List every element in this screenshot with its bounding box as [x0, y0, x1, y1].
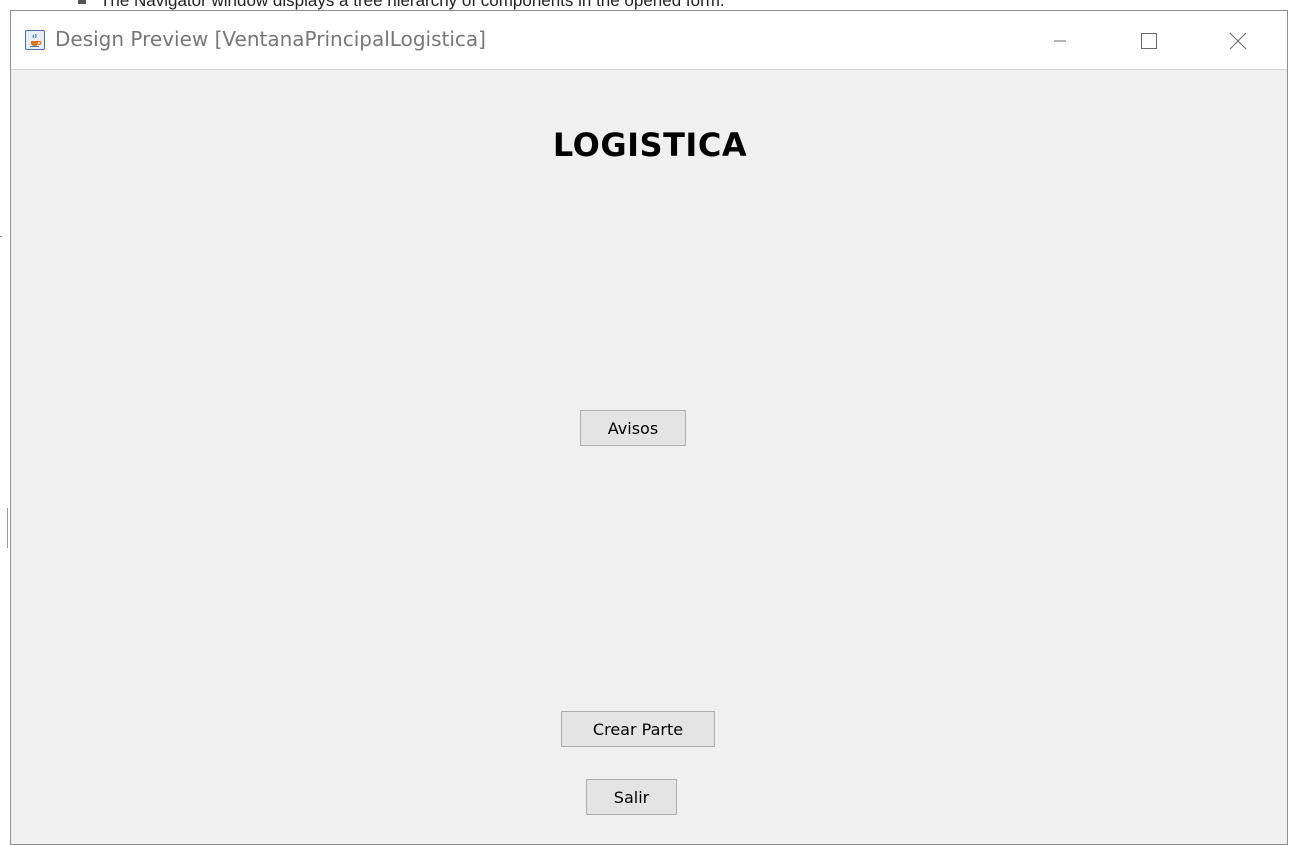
form-heading: LOGISTICA — [552, 126, 748, 164]
crear-parte-button[interactable]: Crear Parte — [561, 711, 715, 747]
close-button[interactable] — [1215, 11, 1261, 70]
title-bar[interactable]: Design Preview [VentanaPrincipalLogistic… — [11, 11, 1287, 70]
avisos-button[interactable]: Avisos — [580, 410, 686, 446]
minimize-button[interactable] — [1037, 11, 1083, 70]
maximize-button[interactable] — [1126, 11, 1172, 70]
design-preview-window: Design Preview [VentanaPrincipalLogistic… — [10, 10, 1288, 845]
window-title: Design Preview [VentanaPrincipalLogistic… — [55, 27, 486, 51]
divider — [7, 508, 8, 548]
minimize-icon — [1054, 40, 1066, 41]
bullet-icon — [78, 0, 86, 4]
maximize-icon — [1141, 32, 1157, 49]
close-icon — [1229, 32, 1247, 49]
java-cup-icon — [25, 30, 45, 50]
salir-button[interactable]: Salir — [586, 779, 677, 815]
divider — [0, 236, 2, 237]
